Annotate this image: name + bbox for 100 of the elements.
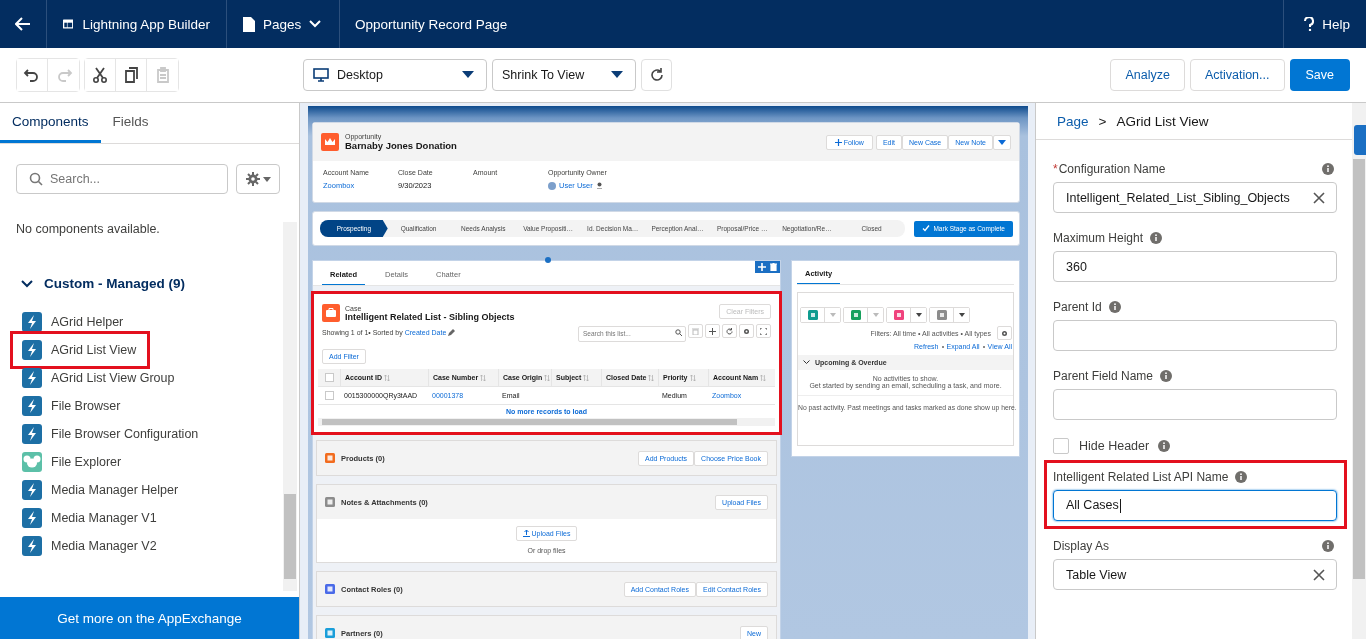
field-label: Configuration Name	[1058, 162, 1166, 176]
component-item[interactable]: Media Manager Helper	[12, 476, 191, 504]
page-name: Opportunity Record Page	[354, 15, 509, 34]
plus-icon	[834, 138, 842, 146]
field-label: Parent Id	[1053, 300, 1102, 314]
copy-icon	[122, 66, 140, 84]
question-mark-icon	[1304, 17, 1315, 31]
component-item[interactable]: File Browser	[12, 392, 133, 420]
breadcrumb-link[interactable]: Page	[1057, 113, 1089, 129]
settings-button[interactable]	[236, 164, 280, 194]
scrollbar[interactable]	[318, 418, 775, 426]
gear-icon	[743, 327, 750, 335]
move-icon[interactable]	[758, 263, 766, 271]
refresh-icon	[648, 67, 665, 83]
clear-icon[interactable]	[1313, 568, 1325, 581]
required-mark: *	[1053, 162, 1058, 176]
save-button[interactable]: Save	[1289, 59, 1350, 91]
person-icon[interactable]	[595, 182, 603, 189]
search-field[interactable]: Search...	[16, 164, 228, 194]
component-item[interactable]: Media Manager V2	[12, 532, 169, 560]
lightning-icon	[22, 508, 42, 528]
scrollbar[interactable]	[283, 222, 297, 591]
toolbar-button[interactable]: Analyze	[1110, 59, 1185, 91]
caret-icon	[262, 176, 271, 182]
text-field[interactable]: Table View	[1053, 559, 1337, 590]
gear-icon	[1001, 329, 1008, 337]
component-item[interactable]: AGrid Helper	[12, 308, 136, 336]
settings-button[interactable]	[739, 324, 754, 338]
search-icon	[675, 328, 682, 336]
caret-icon	[915, 313, 922, 317]
refresh-button[interactable]	[641, 59, 672, 91]
component-tools[interactable]	[755, 261, 780, 273]
panel-tab[interactable]: Fields	[112, 103, 161, 143]
expand-icon	[760, 327, 767, 335]
avatar-icon	[548, 181, 556, 190]
lightning-icon	[22, 340, 42, 360]
bear-icon	[22, 452, 42, 472]
text-field[interactable]	[1053, 389, 1337, 420]
crown-icon	[321, 133, 339, 151]
chevron-icon	[21, 279, 33, 288]
zoom-select[interactable]: Shrink To View	[492, 59, 636, 91]
empty-message: No components available.	[16, 222, 161, 236]
caret-icon	[462, 71, 474, 79]
text-field[interactable]: All Cases	[1053, 490, 1337, 521]
caret-icon	[872, 313, 879, 317]
panel-tab[interactable]: Components	[0, 103, 101, 143]
caret-icon	[611, 71, 623, 79]
refresh-button[interactable]	[722, 324, 737, 338]
text-field[interactable]: 360	[1053, 251, 1337, 282]
undo-button[interactable]	[17, 59, 48, 91]
settings-button[interactable]	[997, 326, 1012, 340]
text-field[interactable]	[1053, 320, 1337, 351]
info-icon[interactable]	[1322, 540, 1334, 552]
add-button[interactable]	[705, 324, 720, 338]
component-item[interactable]: Media Manager V1	[12, 504, 169, 532]
clear-icon[interactable]	[1313, 191, 1325, 204]
appexchange-link[interactable]: Get more on the AppExchange	[0, 597, 299, 639]
checkbox-label: Hide Header	[1079, 439, 1150, 453]
field-label: Parent Field Name	[1053, 369, 1154, 383]
caret-icon	[958, 313, 965, 317]
component-item[interactable]: AGrid List View Group	[12, 364, 187, 392]
device-select[interactable]: Desktop	[303, 59, 487, 91]
help-button[interactable]: Help	[1283, 0, 1366, 48]
component-item[interactable]: File Browser Configuration	[12, 420, 211, 448]
info-icon[interactable]	[1160, 370, 1173, 382]
field-label: Maximum Height	[1053, 231, 1144, 245]
caret-icon	[998, 139, 1006, 145]
chevron-down-icon	[309, 20, 322, 28]
lightning-icon	[22, 396, 42, 416]
pages-menu[interactable]: Pages	[227, 0, 340, 48]
field-label: Intelligent Related List API Name	[1053, 470, 1229, 484]
upload-icon	[522, 530, 530, 537]
section-toggle[interactable]: Custom - Managed (9)	[16, 276, 185, 291]
select-all-checkbox[interactable]	[324, 373, 334, 382]
row-checkbox[interactable]	[324, 391, 334, 400]
pencil-icon[interactable]	[448, 328, 456, 336]
scrollbar[interactable]	[1352, 103, 1366, 639]
info-icon[interactable]	[1158, 440, 1171, 452]
lightning-icon	[22, 368, 42, 388]
info-icon[interactable]	[1150, 232, 1163, 244]
refresh-icon	[726, 327, 733, 335]
activity-composer-button[interactable]	[844, 308, 868, 322]
more-actions-button[interactable]	[993, 134, 1011, 150]
info-icon[interactable]	[1322, 163, 1334, 175]
breadcrumb-separator: >	[1098, 113, 1107, 129]
text-field[interactable]: Intelligent_Related_List_Sibling_Objects	[1053, 182, 1337, 213]
breadcrumb-current: AGrid List View	[1116, 113, 1209, 129]
activity-composer-button[interactable]	[887, 308, 911, 322]
toolbar-button[interactable]: Activation...	[1189, 59, 1285, 91]
cut-button[interactable]	[85, 59, 116, 91]
resize-handle[interactable]	[545, 257, 551, 263]
activity-composer-button[interactable]	[801, 308, 825, 322]
component-item[interactable]: AGrid List View	[12, 333, 149, 367]
record-title: Barnaby Jones Donation	[345, 140, 458, 151]
app-title: Lightning App Builder	[82, 16, 210, 32]
related-list-title: Intelligent Related List - Sibling Objects	[345, 311, 516, 322]
component-item[interactable]: File Explorer	[12, 448, 134, 476]
info-icon[interactable]	[1235, 471, 1248, 483]
checkbox[interactable]	[1053, 438, 1069, 454]
info-icon[interactable]	[1108, 301, 1121, 313]
